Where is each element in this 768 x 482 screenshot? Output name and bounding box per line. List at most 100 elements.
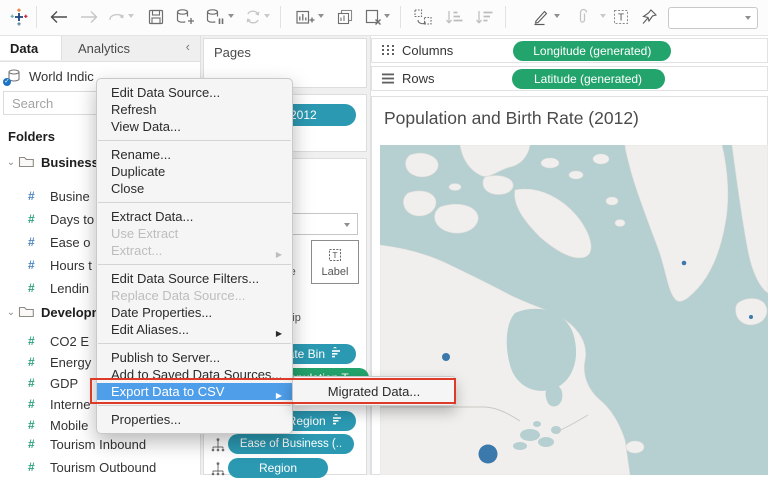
fit-value — [669, 11, 675, 25]
clear-sheet-caret[interactable] — [384, 14, 390, 18]
redo-icon[interactable] — [104, 4, 130, 30]
marks-label-button[interactable]: T Label — [311, 240, 359, 284]
number-icon: # — [28, 334, 42, 348]
show-mark-labels-icon[interactable]: T — [608, 4, 634, 30]
datasource-icon: ✓ — [6, 68, 22, 84]
run-update-caret[interactable] — [264, 14, 270, 18]
map-mark[interactable] — [442, 353, 450, 361]
chevron-down-icon[interactable]: ⌄ — [4, 157, 18, 168]
group-members-paperclip-icon[interactable] — [570, 4, 596, 30]
menu-separator — [98, 140, 291, 141]
menu-item-refresh[interactable]: Refresh — [97, 101, 292, 118]
tab-data[interactable]: Data — [0, 36, 62, 60]
mark-type-caret[interactable] — [344, 223, 350, 227]
add-datasource-icon[interactable] — [172, 4, 198, 30]
submenu-item-migrated-data[interactable]: Migrated Data... — [328, 384, 421, 399]
redo-dropdown-caret[interactable] — [128, 14, 134, 18]
columns-shelf[interactable]: Columns Longitude (generated) — [371, 38, 768, 63]
folders-header: Folders — [8, 129, 55, 144]
submenu-arrow-icon: ▶ — [276, 387, 282, 404]
number-icon: # — [28, 235, 42, 249]
menu-item-publish-to-server[interactable]: Publish to Server... — [97, 349, 292, 366]
new-worksheet-icon[interactable] — [292, 4, 318, 30]
menu-item-replace-data-source: Replace Data Source... — [97, 287, 292, 304]
tab-analytics[interactable]: Analytics — [62, 36, 162, 60]
number-icon: # — [28, 281, 42, 295]
menu-item-properties[interactable]: Properties... — [97, 411, 292, 428]
pages-label: Pages — [214, 45, 251, 60]
number-icon: # — [28, 212, 42, 226]
number-icon: # — [28, 418, 42, 432]
folder-business[interactable]: ⌄ Business — [4, 152, 99, 172]
menu-item-edit-data-source[interactable]: Edit Data Source... — [97, 84, 292, 101]
field-row[interactable]: #Energy — [28, 352, 91, 372]
number-icon: # — [28, 258, 42, 272]
menu-item-export-data-to-csv[interactable]: Export Data to CSV▶ — [97, 383, 292, 400]
number-icon: # — [28, 437, 42, 451]
rows-label: Rows — [402, 71, 435, 86]
menu-item-date-properties[interactable]: Date Properties... — [97, 304, 292, 321]
collapse-pane-icon[interactable]: ‹ — [186, 39, 190, 54]
duplicate-sheet-icon[interactable] — [332, 4, 358, 30]
menu-item-view-data[interactable]: View Data... — [97, 118, 292, 135]
field-row[interactable]: #CO2 E — [28, 331, 89, 351]
field-row[interactable]: #Interne — [28, 394, 90, 414]
new-worksheet-caret[interactable] — [318, 14, 324, 18]
pause-auto-updates-icon[interactable] — [202, 4, 228, 30]
run-update-icon[interactable] — [240, 4, 266, 30]
pause-dropdown-caret[interactable] — [228, 14, 234, 18]
highlight-caret[interactable] — [554, 14, 560, 18]
clear-sheet-icon[interactable] — [360, 4, 386, 30]
sort-ascending-icon[interactable] — [442, 4, 468, 30]
forward-icon[interactable] — [76, 4, 102, 30]
rows-pill-latitude[interactable]: Latitude (generated) — [512, 69, 665, 89]
menu-item-rename[interactable]: Rename... — [97, 146, 292, 163]
field-row[interactable]: #Tourism Outbound — [28, 457, 156, 477]
menu-item-edit-aliases[interactable]: Edit Aliases...▶ — [97, 321, 292, 338]
number-icon: # — [28, 460, 42, 474]
fit-caret[interactable] — [745, 16, 751, 20]
field-row[interactable]: #Mobile — [28, 415, 88, 435]
field-row[interactable]: #Ease o — [28, 232, 90, 252]
fix-axes-pin-icon[interactable] — [636, 4, 662, 30]
tableau-logo-icon — [6, 4, 32, 30]
detail-icon — [210, 437, 226, 453]
menu-item-duplicate[interactable]: Duplicate — [97, 163, 292, 180]
toolbar: T — [0, 0, 768, 36]
datasource-item[interactable]: ✓ World Indic — [6, 66, 94, 86]
field-row[interactable]: #Hours t — [28, 255, 92, 275]
sort-descending-icon[interactable] — [472, 4, 498, 30]
field-row[interactable]: #GDP — [28, 373, 78, 393]
menu-item-close[interactable]: Close — [97, 180, 292, 197]
highlight-pen-icon[interactable] — [528, 4, 554, 30]
rows-shelf[interactable]: Rows Latitude (generated) — [371, 66, 768, 91]
field-row[interactable]: #Lendin — [28, 278, 89, 298]
rows-icon — [380, 72, 396, 85]
datasource-name: World Indic — [29, 69, 94, 84]
map-view[interactable] — [380, 145, 768, 475]
marks-pill-region[interactable]: Region — [228, 458, 328, 478]
group-caret[interactable] — [600, 14, 606, 18]
columns-pill-longitude[interactable]: Longitude (generated) — [513, 41, 671, 61]
map-mark[interactable] — [749, 315, 753, 319]
folder-icon — [18, 155, 35, 169]
menu-item-add-to-saved-data-sources[interactable]: Add to Saved Data Sources... — [97, 366, 292, 383]
field-row[interactable]: #Busine — [28, 186, 90, 206]
menu-item-extract-data[interactable]: Extract Data... — [97, 208, 292, 225]
fit-selector[interactable] — [668, 7, 758, 29]
chevron-down-icon[interactable]: ⌄ — [4, 307, 18, 318]
menu-item-edit-data-source-filters[interactable]: Edit Data Source Filters... — [97, 270, 292, 287]
back-icon[interactable] — [46, 4, 72, 30]
marks-pill-ease-of-business[interactable]: Ease of Business (.. — [228, 434, 354, 454]
number-icon: # — [28, 376, 42, 390]
sort-indicator-icon — [331, 347, 341, 361]
folder-development[interactable]: ⌄ Developm — [4, 302, 103, 322]
map-mark[interactable] — [479, 445, 498, 464]
field-row[interactable]: #Tourism Inbound — [28, 434, 146, 454]
map-mark[interactable] — [682, 261, 687, 266]
swap-rows-columns-icon[interactable] — [410, 4, 436, 30]
toolbar-separator — [36, 6, 37, 28]
field-row[interactable]: #Days to — [28, 209, 94, 229]
number-icon: # — [28, 355, 42, 369]
save-icon[interactable] — [143, 4, 169, 30]
